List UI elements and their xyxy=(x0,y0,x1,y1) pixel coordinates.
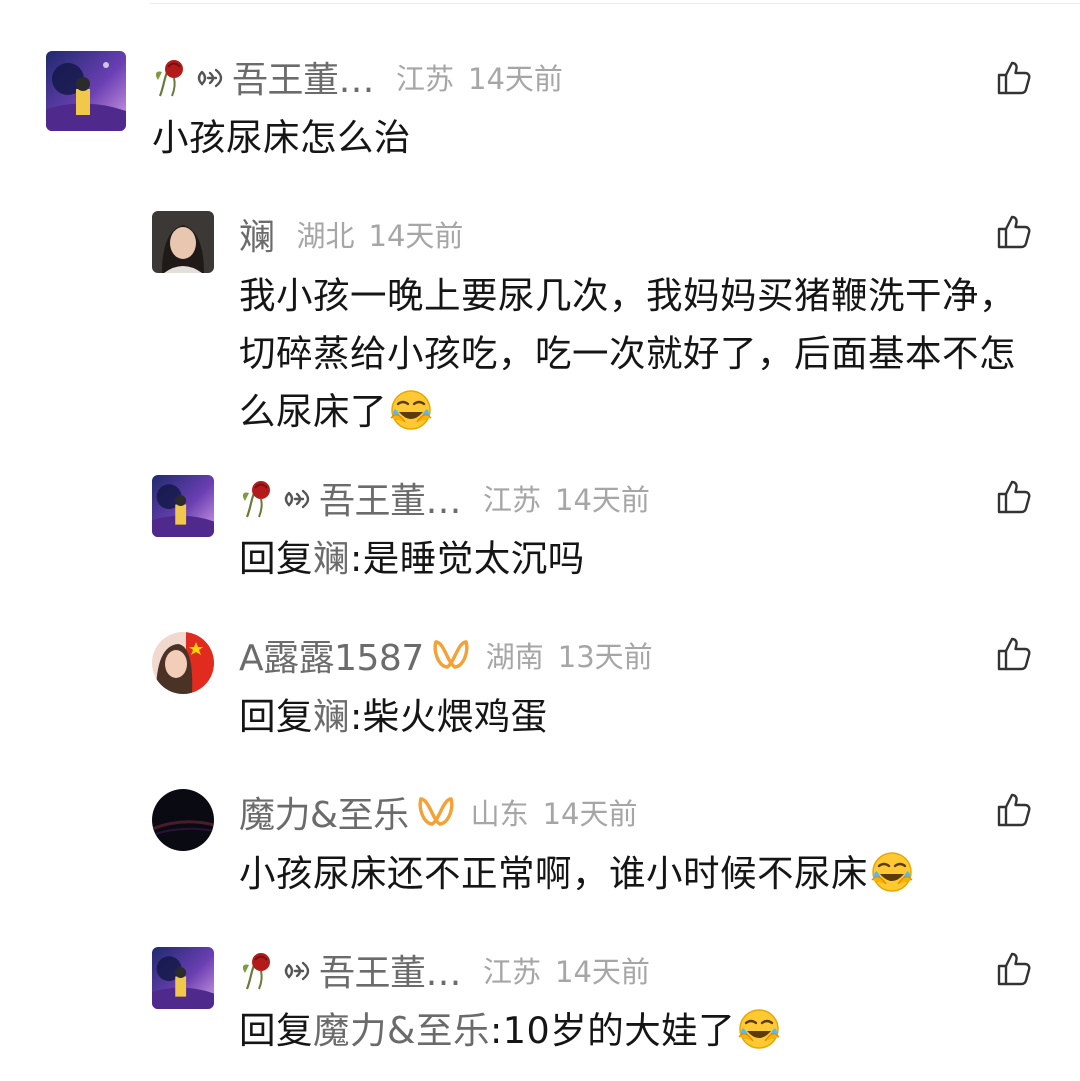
username[interactable]: 魔力&至乐 xyxy=(239,786,409,838)
timestamp: 14天前 xyxy=(555,955,650,989)
comment-meta: 魔力&至乐 山东 14天前 xyxy=(239,786,638,838)
comment-text[interactable]: 回复魔力&至乐:10岁的大娃了 xyxy=(239,1002,1039,1060)
avatar[interactable] xyxy=(152,947,214,1009)
face-with-tears-of-joy-emoji-icon xyxy=(389,388,433,432)
comment-meta: 吾王董… 江苏 14天前 xyxy=(239,944,650,996)
reply-prefix: 回复 xyxy=(239,537,313,580)
timestamp: 13天前 xyxy=(557,640,653,674)
location: 湖北 xyxy=(296,219,355,253)
username[interactable]: 斓 xyxy=(239,208,275,260)
rose-decoration-icon xyxy=(152,56,230,98)
username[interactable]: 吾王董… xyxy=(319,944,462,996)
comment-meta: A露露1587 湖南 13天前 xyxy=(239,629,653,681)
comment-text[interactable]: 回复斓:是睡觉太沉吗 xyxy=(239,530,1039,588)
timestamp: 14天前 xyxy=(542,797,638,831)
avatar[interactable] xyxy=(152,211,214,273)
like-icon[interactable] xyxy=(996,214,1032,250)
reply-target[interactable]: 斓 xyxy=(313,695,350,738)
face-with-tears-of-joy-emoji-icon xyxy=(737,1007,781,1051)
reply-prefix: 回复 xyxy=(239,1009,313,1052)
comment-meta: 吾王董… 江苏 14天前 xyxy=(239,472,650,524)
avatar-image-dark-icon xyxy=(152,789,214,851)
location: 江苏 xyxy=(396,62,455,96)
location: 江苏 xyxy=(483,483,542,517)
like-icon[interactable] xyxy=(996,951,1032,987)
avatar[interactable] xyxy=(152,789,214,851)
timestamp: 14天前 xyxy=(368,219,464,253)
avatar[interactable] xyxy=(152,632,214,694)
location: 湖南 xyxy=(485,640,544,674)
vip-badge-icon xyxy=(430,638,472,672)
comment-text[interactable]: 我小孩一晚上要尿几次，我妈妈买猪鞭洗干净，切碎蒸给小孩吃，吃一次就好了，后面基本… xyxy=(239,267,1039,441)
comment-text[interactable]: 小孩尿床怎么治 xyxy=(152,109,1002,167)
username[interactable]: 吾王董… xyxy=(232,51,375,103)
username[interactable]: 吾王董… xyxy=(319,472,462,524)
like-icon[interactable] xyxy=(996,479,1032,515)
avatar-image-woman-flag-icon xyxy=(152,632,214,694)
avatar-image-space-icon xyxy=(46,51,126,131)
location: 江苏 xyxy=(483,955,542,989)
comment-meta: 斓 湖北 14天前 xyxy=(239,208,464,260)
comment-text[interactable]: 回复斓:柴火煨鸡蛋 xyxy=(239,688,1039,746)
avatar[interactable] xyxy=(152,475,214,537)
avatar[interactable] xyxy=(46,51,126,131)
avatar-image-space-icon xyxy=(152,947,214,1009)
location: 山东 xyxy=(470,797,529,831)
vip-badge-icon xyxy=(415,795,457,829)
like-icon[interactable] xyxy=(996,792,1032,828)
rose-decoration-icon xyxy=(239,477,317,519)
comment-text[interactable]: 小孩尿床还不正常啊，谁小时候不尿床 xyxy=(239,845,1039,903)
reply-target[interactable]: 魔力&至乐 xyxy=(313,1009,490,1052)
like-icon[interactable] xyxy=(996,60,1032,96)
avatar-image-woman-icon xyxy=(152,211,214,273)
reply-prefix: 回复 xyxy=(239,695,313,738)
like-icon[interactable] xyxy=(996,636,1032,672)
timestamp: 14天前 xyxy=(468,62,563,96)
face-with-tears-of-joy-emoji-icon xyxy=(870,850,914,894)
username[interactable]: A露露1587 xyxy=(239,629,424,681)
comment-meta: 吾王董… 江苏 14天前 xyxy=(152,51,563,103)
timestamp: 14天前 xyxy=(555,483,650,517)
reply-target[interactable]: 斓 xyxy=(313,537,350,580)
rose-decoration-icon xyxy=(239,949,317,991)
avatar-image-space-icon xyxy=(152,475,214,537)
top-divider xyxy=(150,3,1080,4)
